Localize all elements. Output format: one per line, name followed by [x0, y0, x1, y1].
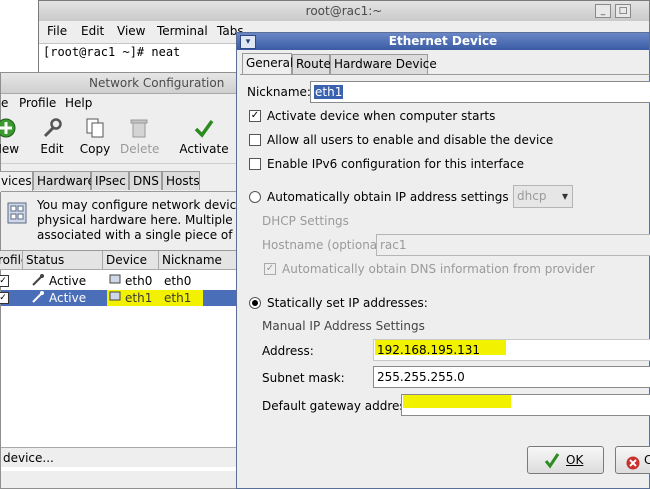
menu-file[interactable]: File: [47, 24, 67, 38]
tab-hosts[interactable]: Hosts: [162, 171, 200, 190]
terminal-titlebar[interactable]: root@rac1:~ _ □: [39, 1, 649, 22]
ethernet-device-dialog: ▾ Ethernet Device General Route Hardware…: [236, 32, 650, 489]
ipv6-label: Enable IPv6 configuration for this inter…: [267, 157, 524, 171]
auto-dns-checkbox[interactable]: ✓: [264, 263, 276, 275]
cancel-label: C: [644, 453, 650, 467]
nickname-field[interactable]: eth1: [310, 81, 650, 103]
copy-button[interactable]: Copy: [79, 117, 111, 156]
yellow-highlight: [403, 395, 511, 408]
row-device: eth1: [125, 291, 153, 305]
profile-checkbox[interactable]: ✓: [0, 275, 9, 287]
hostname-value: rac1: [380, 238, 407, 252]
maximize-icon[interactable]: □: [615, 4, 631, 18]
status-active-icon: [31, 290, 45, 308]
network-card-icon: [7, 200, 29, 226]
ok-check-icon: [544, 447, 560, 482]
device-icon: [109, 273, 121, 289]
hostname-field[interactable]: rac1: [376, 234, 650, 256]
profile-checkbox[interactable]: ✓: [0, 292, 9, 304]
netconf-title: Network Configuration: [89, 76, 225, 90]
static-ip-label: Statically set IP addresses:: [267, 296, 428, 310]
subnet-label: Subnet mask:: [262, 371, 345, 385]
new-label: New: [0, 142, 20, 156]
ok-label: OK: [566, 453, 584, 467]
manual-settings-label: Manual IP Address Settings: [262, 319, 425, 333]
address-value: 192.168.195.131: [377, 343, 481, 357]
dialog-title: Ethernet Device: [388, 34, 498, 48]
activate-button[interactable]: Activate: [179, 117, 229, 156]
dhcp-settings-label: DHCP Settings: [262, 214, 349, 228]
copy-icon: [84, 117, 106, 139]
address-label: Address:: [262, 344, 314, 358]
cancel-button[interactable]: C: [615, 446, 650, 474]
auto-ip-method-select[interactable]: dhcp ▾: [513, 185, 573, 208]
row-device: eth0: [125, 274, 153, 288]
new-icon: [0, 117, 17, 139]
trash-icon: [128, 117, 150, 139]
column-status[interactable]: Status: [23, 251, 103, 270]
activate-on-start-checkbox[interactable]: ✓: [249, 110, 261, 122]
ipv6-checkbox[interactable]: [249, 158, 261, 170]
subnet-value: 255.255.255.0: [377, 370, 465, 384]
column-device[interactable]: Device: [103, 251, 159, 270]
nickname-label: Nickname:: [247, 85, 311, 99]
auto-dns-label: Automatically obtain DNS information fro…: [282, 262, 595, 276]
delete-label: Delete: [120, 142, 160, 156]
tab-dns[interactable]: DNS: [129, 171, 162, 190]
menu-help[interactable]: Help: [65, 96, 92, 110]
cancel-x-icon: [626, 453, 640, 479]
menu-file-partial[interactable]: e: [1, 96, 8, 110]
menu-profile[interactable]: Profile: [19, 96, 56, 110]
nickname-value: eth1: [314, 85, 344, 99]
gateway-label: Default gateway address:: [262, 399, 416, 413]
activate-on-start-label: Activate device when computer starts: [267, 109, 496, 123]
address-field[interactable]: 192.168.195.131: [373, 339, 650, 361]
edit-button[interactable]: Edit: [37, 117, 67, 156]
tab-devices[interactable]: vices: [0, 171, 33, 192]
tab-route[interactable]: Route: [292, 54, 331, 74]
terminal-title: root@rac1:~: [305, 4, 383, 18]
subnet-field[interactable]: 255.255.255.0: [373, 366, 650, 388]
copy-label: Copy: [79, 142, 111, 156]
checkmark-icon: [193, 117, 215, 139]
dropdown-arrow-icon: ▾: [561, 189, 568, 203]
terminal-prompt-line: [root@rac1 ~]# neat: [43, 45, 181, 59]
auto-ip-label: Automatically obtain IP address settings…: [267, 190, 542, 204]
row-nickname: eth0: [164, 274, 192, 288]
allow-users-label: Allow all users to enable and disable th…: [267, 133, 554, 147]
row-status: Active: [49, 274, 87, 288]
ok-button[interactable]: OK: [527, 446, 604, 474]
activate-label: Activate: [179, 142, 229, 156]
tab-hardware-device[interactable]: Hardware Device: [330, 54, 437, 74]
column-profile[interactable]: rofile: [0, 251, 23, 270]
tab-ipsec[interactable]: IPsec: [91, 171, 129, 190]
allow-users-checkbox[interactable]: [249, 134, 261, 146]
tab-hardware[interactable]: Hardware: [33, 171, 95, 190]
auto-ip-method-value: dhcp: [517, 189, 547, 203]
static-ip-radio[interactable]: [249, 297, 261, 309]
device-icon: [109, 290, 121, 306]
auto-ip-radio[interactable]: [249, 191, 261, 203]
hostname-label: Hostname (optional):: [262, 238, 390, 252]
wrench-icon: [41, 117, 63, 139]
menu-view[interactable]: View: [117, 24, 145, 38]
row-status: Active: [49, 291, 87, 305]
menu-terminal[interactable]: Terminal: [157, 24, 208, 38]
gateway-field[interactable]: [401, 394, 650, 416]
tab-general[interactable]: General: [242, 53, 293, 75]
dialog-titlebar[interactable]: ▾ Ethernet Device: [237, 33, 649, 50]
general-panel: Nickname: eth1 ✓ Activate device when co…: [240, 74, 650, 450]
menu-edit[interactable]: Edit: [81, 24, 104, 38]
new-button[interactable]: New: [0, 117, 23, 156]
row-nickname: eth1: [164, 291, 192, 305]
delete-button[interactable]: Delete: [120, 117, 160, 156]
edit-label: Edit: [40, 142, 64, 156]
minimize-icon[interactable]: _: [595, 4, 611, 18]
status-active-icon: [31, 273, 45, 291]
